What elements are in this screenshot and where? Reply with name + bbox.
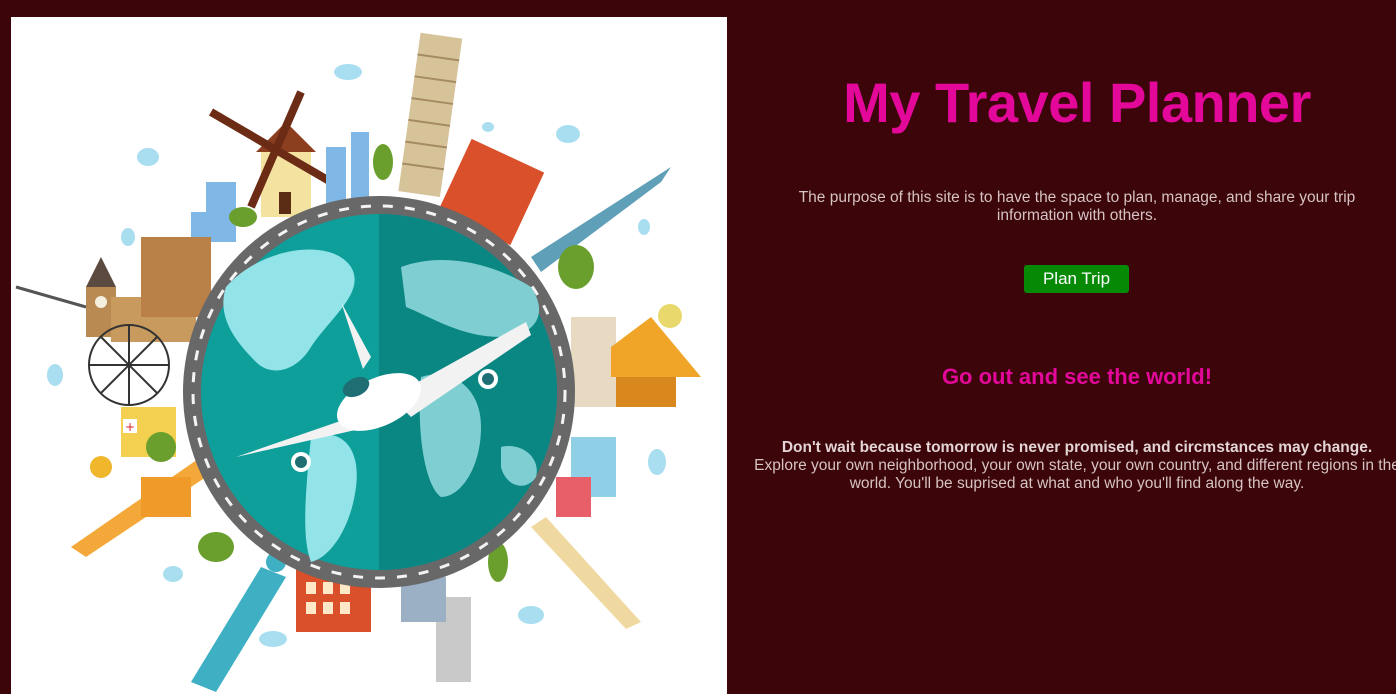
encouragement-body-text: Explore your own neighborhood, your own …: [754, 457, 1396, 492]
travel-illustration: +: [11, 17, 727, 694]
globe-landmarks-icon: +: [15, 32, 701, 692]
main-content: My Travel Planner The purpose of this si…: [727, 0, 1396, 694]
site-purpose-text: The purpose of this site is to have the …: [798, 189, 1356, 224]
encouragement-paragraph: Don't wait because tomorrow is never pro…: [747, 439, 1396, 493]
page: + My Travel Planner The purpose of this …: [0, 0, 1396, 694]
section-heading: Go out and see the world!: [941, 364, 1213, 389]
svg-text:+: +: [125, 420, 135, 434]
page-title: My Travel Planner: [843, 71, 1311, 134]
encouragement-bold-text: Don't wait because tomorrow is never pro…: [781, 439, 1373, 456]
plan-trip-button[interactable]: Plan Trip: [1024, 265, 1129, 293]
